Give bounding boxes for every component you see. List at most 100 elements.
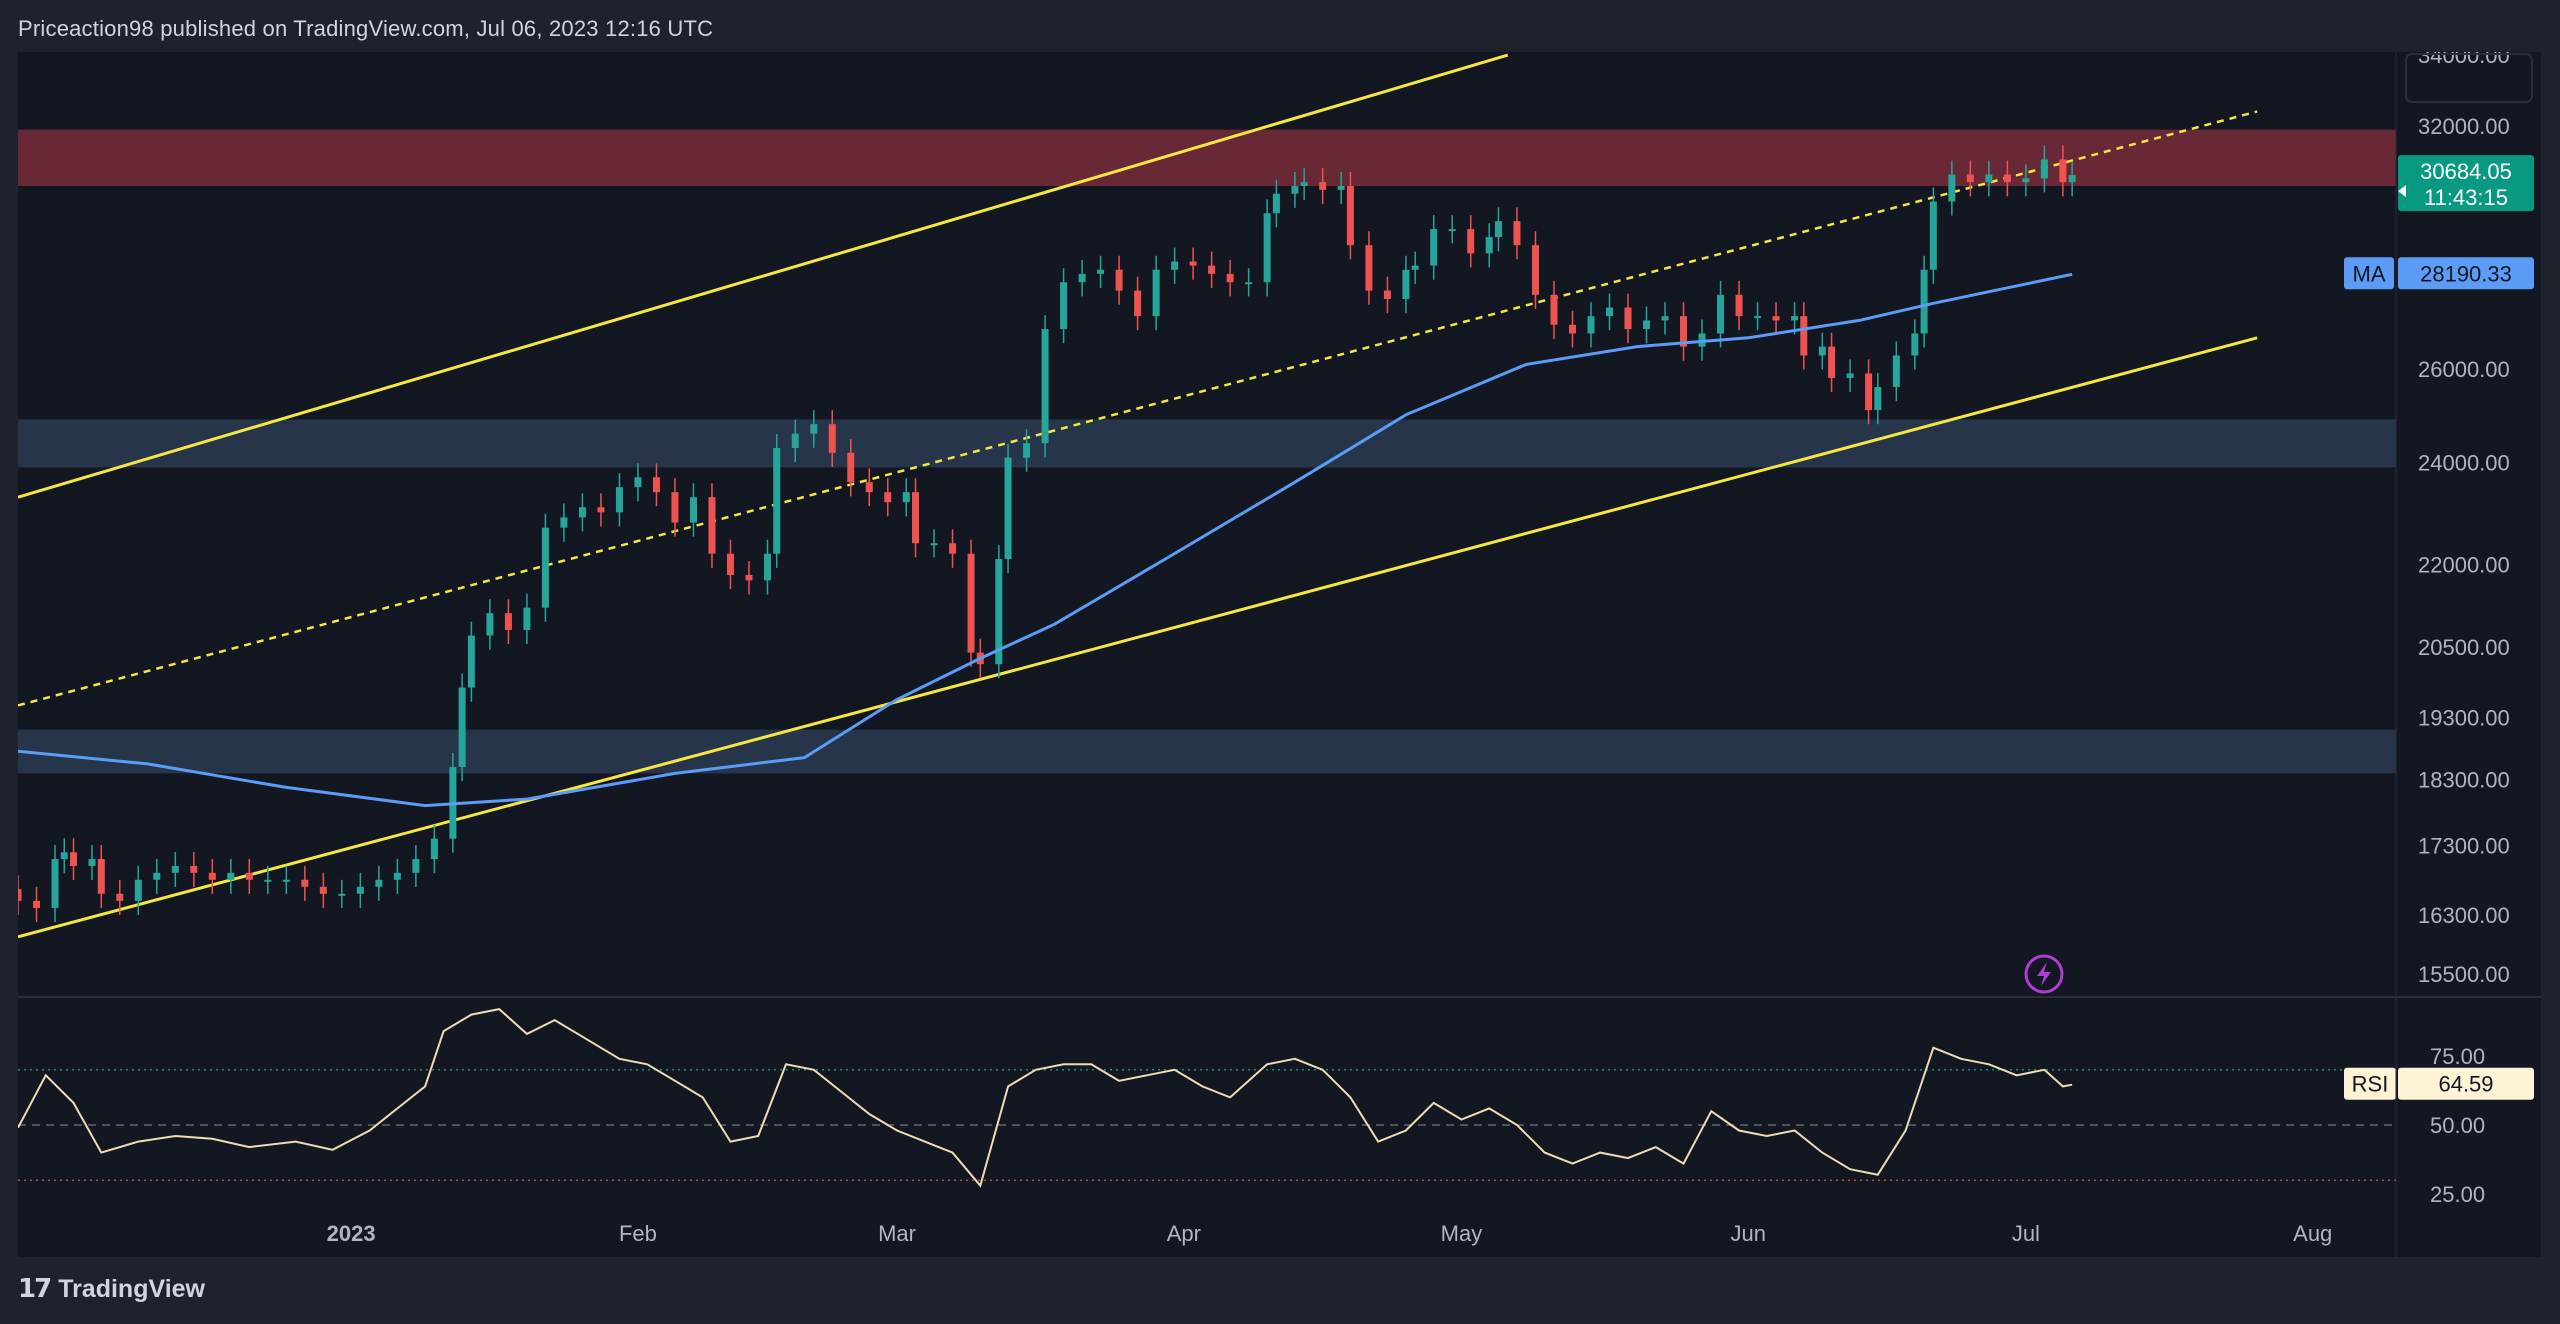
candle-body [745,575,753,581]
candle-body [1920,269,1928,334]
candle-body [1337,186,1345,190]
support-zone-1 [18,419,2396,468]
price-tick-label: 15500.00 [2418,962,2510,987]
candle-body [1717,294,1725,334]
candle-body [726,553,734,576]
candle-body [1985,174,1993,183]
channel-lines [18,53,2258,939]
candle-body [884,492,892,503]
candle-body [1041,329,1049,444]
candle-body [1152,269,1160,317]
candle-body [1587,316,1595,334]
candle-body [810,424,818,434]
time-tick-label: Jul [2012,1221,2040,1246]
candle-body [1346,186,1354,246]
candle-body [153,872,161,880]
candle-body [1134,290,1142,317]
candle-body [1568,324,1576,334]
price-zones [18,129,2396,774]
candle-body [1846,373,1854,378]
candle-body [763,553,771,581]
candle-body [1911,333,1919,356]
candle-body [1383,290,1391,300]
tradingview-logo-text: TradingView [58,1274,205,1303]
time-tick-label: Mar [878,1221,916,1246]
candle-body [523,607,531,630]
candle-body [1735,294,1743,317]
time-tick-label: Aug [2293,1221,2332,1246]
candle-body [1948,174,1956,202]
candle-body [949,543,957,554]
time-tick-label: 2023 [327,1221,376,1246]
candle-body [504,613,512,630]
rsi-tick-label: 50.00 [2430,1113,2485,1138]
candle-body [541,527,549,608]
price-tick-label: 17300.00 [2418,833,2510,858]
candle-body [227,872,235,880]
candle-body [1263,213,1271,283]
rsi-label: RSI [2352,1072,2389,1097]
candle-body [1060,282,1068,330]
candle-body [930,543,938,546]
candle-body [282,879,290,882]
candle-body [791,433,799,449]
candle-body [1272,193,1280,214]
candle-body [116,893,124,901]
candle-body [1754,316,1762,319]
candle-body [1494,221,1502,238]
candle-body [1892,355,1900,388]
candle-body [264,879,272,882]
candle-body [1189,261,1197,266]
lightning-bolt-icon [2037,962,2051,986]
candle-body [1467,229,1475,254]
candle-body [134,879,142,901]
candle-body [1300,182,1308,187]
candle-body [1171,261,1179,270]
candle-body [319,886,327,894]
candle-body [1624,307,1632,330]
candle-body [773,448,781,554]
time-tick-label: Jun [1731,1221,1766,1246]
candle-body [393,872,401,880]
chart-area[interactable]: 15500.00 16300.00 17300.00 18300.00 19300.00… [18,52,2541,1258]
countdown-timer: 11:43:15 [2424,185,2508,210]
candle-body [190,865,198,873]
ma-value: 28190.33 [2420,261,2512,286]
price-axis: 15500.00 16300.00 17300.00 18300.00 19300.00… [2418,52,2510,1207]
rsi-pane [18,1008,2396,1188]
price-tick-label: 26000.00 [2418,357,2510,382]
chart-canvas[interactable]: 15500.00 16300.00 17300.00 18300.00 19300.00… [18,52,2541,1258]
candle-body [375,879,383,887]
footer-logo[interactable]: 17 TradingView [18,1274,205,1304]
candle-body [2003,174,2011,183]
channel-line-dashed-1 [18,110,2258,707]
price-tick-label: 16300.00 [2418,903,2510,928]
misc-overlays [18,52,2541,1258]
candle-body [828,424,836,453]
candle-body [1411,265,1419,270]
candle-body [1818,346,1826,356]
candle-body [1004,457,1012,560]
price-tick-label: 24000.00 [2418,451,2510,476]
candle-body [1245,282,1253,285]
candle-body [2068,175,2076,183]
support-zone-2 [18,729,2396,774]
candle-body [301,879,309,887]
candle-body [1800,316,1808,356]
candle-body [1078,273,1086,283]
candle-body [458,687,466,768]
price-tick-label: 20500.00 [2418,635,2510,660]
candle-body [671,492,679,523]
candle-body [1874,387,1882,411]
candle-body [467,635,475,688]
candle-body [1226,273,1234,283]
candle-body [1929,201,1937,270]
candle-body [967,553,975,653]
price-tick-label: 22000.00 [2418,552,2510,577]
candle-body [486,613,494,636]
candle-body [1430,229,1438,266]
price-tick-label: 32000.00 [2418,114,2510,139]
candle-body [902,492,910,503]
candle-body [1291,186,1299,194]
candle-body [865,482,873,493]
